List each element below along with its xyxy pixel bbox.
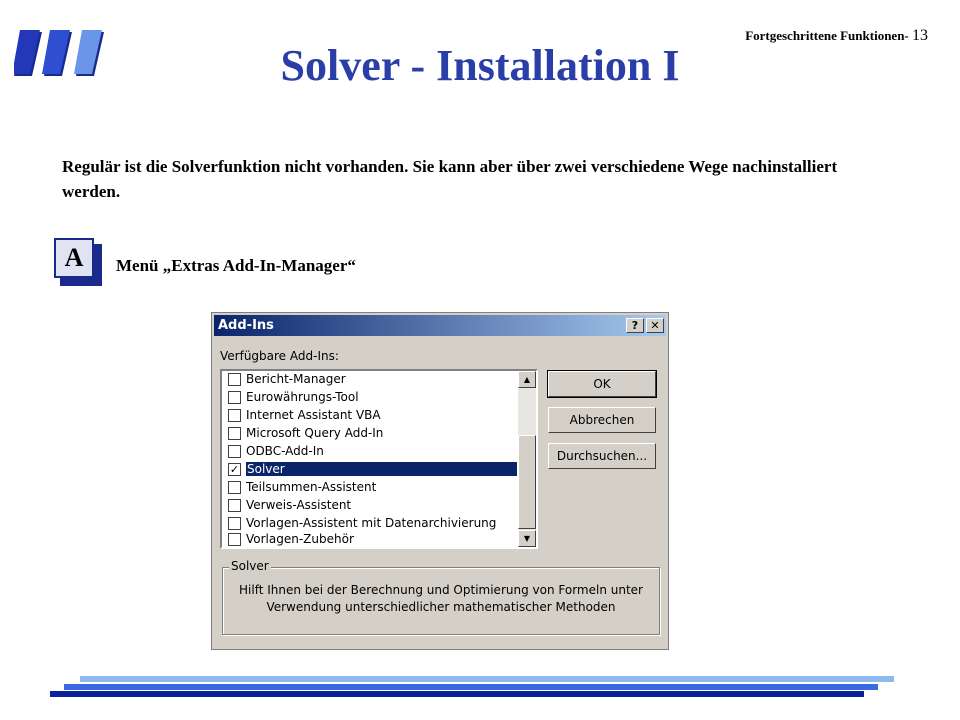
close-button[interactable]: ✕ (646, 318, 664, 333)
step-label: Menü „Extras Add-In-Manager“ (116, 256, 356, 275)
description-group: Solver Hilft Ihnen bei der Berechnung un… (222, 559, 660, 635)
description-line: Hilft Ihnen bei der Berechnung und Optim… (239, 583, 643, 597)
list-item[interactable]: Verweis-Assistent (226, 497, 518, 514)
list-item-label: Vorlagen-Zubehör (246, 532, 354, 546)
scroll-down-button[interactable]: ▼ (518, 530, 536, 547)
ok-button[interactable]: OK (547, 370, 657, 398)
list-item[interactable]: Vorlagen-Assistent mit Datenarchivierung (226, 515, 518, 532)
page-title: Solver - Installation I (280, 41, 680, 90)
dialog-title: Add-Ins (218, 318, 274, 333)
checkbox-checked[interactable]: ✓ (228, 463, 241, 476)
addins-listbox[interactable]: Bericht-Manager Eurowährungs-Tool Intern… (220, 369, 538, 549)
checkbox[interactable] (228, 391, 241, 404)
help-button[interactable]: ? (626, 318, 644, 333)
check-icon: ✓ (229, 463, 240, 476)
list-item-label: ODBC-Add-In (246, 444, 324, 458)
cancel-button[interactable]: Abbrechen (548, 407, 656, 433)
down-arrow-icon: ▼ (523, 534, 531, 543)
checkbox[interactable] (228, 517, 241, 530)
list-item-label: Verweis-Assistent (246, 498, 352, 512)
scroll-up-button[interactable]: ▲ (518, 371, 536, 388)
list-item[interactable]: Vorlagen-Zubehör (226, 531, 518, 548)
vertical-scrollbar[interactable]: ▲ ▼ (518, 371, 536, 547)
list-item[interactable]: ODBC-Add-In (226, 443, 518, 460)
footer-bar-dark (50, 691, 864, 697)
list-item[interactable]: Bericht-Manager (226, 371, 518, 388)
checkbox[interactable] (228, 481, 241, 494)
intro-text: Regulär ist die Solverfunktion nicht vor… (62, 157, 838, 201)
list-item[interactable]: Internet Assistant VBA (226, 407, 518, 424)
list-item-label: Microsoft Query Add-In (246, 426, 384, 440)
checkbox[interactable] (228, 533, 241, 546)
addin-description: Hilft Ihnen bei der Berechnung und Optim… (223, 582, 659, 616)
checkbox[interactable] (228, 373, 241, 386)
list-item-label: Vorlagen-Assistent mit Datenarchivierung (246, 516, 497, 530)
available-addins-label: Verfügbare Add-Ins: (220, 349, 339, 363)
list-item-label: Internet Assistant VBA (246, 408, 381, 422)
list-item-label: Teilsummen-Assistent (246, 480, 377, 494)
description-line: Verwendung unterschiedlicher mathematisc… (266, 600, 616, 614)
add-ins-dialog: Add-Ins ? ✕ Verfügbare Add-Ins: Bericht-… (211, 312, 669, 650)
checkbox[interactable] (228, 427, 241, 440)
group-legend: Solver (229, 559, 271, 573)
list-item-selected[interactable]: ✓ Solver (226, 461, 518, 478)
list-item-label: Eurowährungs-Tool (246, 390, 359, 404)
checkbox[interactable] (228, 445, 241, 458)
checkbox[interactable] (228, 409, 241, 422)
browse-button[interactable]: Durchsuchen... (548, 443, 656, 469)
list-item-label: Bericht-Manager (246, 372, 346, 386)
checkbox[interactable] (228, 499, 241, 512)
footer-bar-mid (64, 684, 878, 690)
footer-bar-light (80, 676, 894, 682)
list-item[interactable]: Eurowährungs-Tool (226, 389, 518, 406)
list-item[interactable]: Teilsummen-Assistent (226, 479, 518, 496)
scroll-thumb[interactable] (518, 435, 536, 529)
up-arrow-icon: ▲ (523, 375, 531, 384)
list-item-label: Solver (246, 462, 517, 476)
list-item[interactable]: Microsoft Query Add-In (226, 425, 518, 442)
badge-letter: A (54, 238, 94, 278)
dialog-titlebar[interactable]: Add-Ins ? ✕ (214, 315, 666, 336)
step-badge: A (54, 238, 102, 286)
